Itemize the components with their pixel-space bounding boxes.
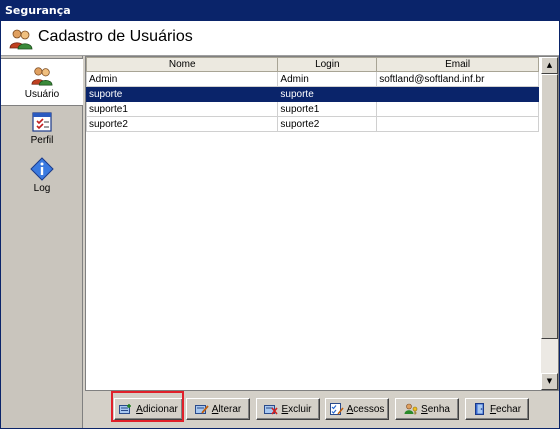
info-diamond-icon	[30, 157, 54, 181]
add-user-icon	[119, 404, 132, 414]
table-row[interactable]: Admin Admin softland@softland.inf.br	[85, 71, 539, 87]
users-icon	[9, 29, 33, 50]
access-button-label: cessos	[353, 403, 385, 415]
access-list-icon	[329, 403, 344, 415]
table-row[interactable]: suporte suporte	[85, 86, 539, 102]
cell-email	[376, 116, 539, 132]
cell-nome: suporte1	[85, 101, 279, 117]
delete-icon	[264, 405, 279, 415]
add-button-mnemonic: A	[136, 403, 143, 415]
users-icon	[31, 67, 53, 86]
sidebar-item-label: Perfil	[30, 135, 54, 146]
cell-nome: suporte	[85, 86, 279, 102]
security-window: Segurança Cadastro de Usuários Usuário P…	[0, 0, 560, 429]
close-button-label: echar	[496, 403, 522, 415]
cell-nome: suporte2	[85, 116, 279, 132]
cell-login: suporte1	[277, 101, 378, 117]
table-header-row: Nome Login Email	[85, 57, 539, 72]
delete-button-label: xcluir	[288, 403, 312, 415]
exit-door-icon	[474, 403, 484, 415]
delete-button[interactable]: Excluir	[256, 398, 320, 420]
action-toolbar: Adicionar Alterar Excluir Acessos Senha …	[85, 391, 559, 428]
page-title: Cadastro de Usuários	[38, 28, 193, 45]
vertical-scrollbar[interactable]: ▲ ▼	[541, 57, 558, 390]
cell-login: suporte2	[277, 116, 378, 132]
cell-email: softland@softland.inf.br	[376, 71, 539, 87]
edit-button-label: lterar	[218, 403, 242, 415]
access-button[interactable]: Acessos	[325, 398, 389, 420]
column-header-nome[interactable]: Nome	[85, 57, 279, 72]
password-button-label: enha	[427, 403, 450, 415]
password-button[interactable]: Senha	[395, 398, 459, 420]
table-row[interactable]: suporte1 suporte1	[85, 101, 539, 117]
sidebar: Usuário Perfil Log	[1, 56, 83, 428]
edit-button[interactable]: Alterar	[186, 398, 250, 420]
sidebar-item-label: Usuário	[24, 89, 60, 100]
users-grid-panel: Nome Login Email Admin Admin softland@so…	[85, 56, 559, 391]
user-key-icon	[404, 403, 418, 415]
column-header-login[interactable]: Login	[277, 57, 378, 72]
cell-login: Admin	[277, 71, 378, 87]
table-row[interactable]: suporte2 suporte2	[85, 116, 539, 132]
cell-email	[376, 86, 539, 102]
sidebar-item-label: Log	[33, 183, 51, 194]
users-table: Nome Login Email Admin Admin softland@so…	[85, 57, 539, 132]
cell-nome: Admin	[85, 71, 279, 87]
scroll-down-button[interactable]: ▼	[541, 373, 558, 390]
sidebar-item-perfil[interactable]: Perfil	[1, 107, 83, 153]
cell-login: suporte	[277, 86, 378, 102]
scroll-up-button[interactable]: ▲	[541, 57, 558, 74]
window-title: Segurança	[5, 4, 71, 17]
edit-icon	[194, 405, 209, 414]
checklist-icon	[32, 112, 52, 132]
sidebar-item-log[interactable]: Log	[1, 153, 83, 199]
close-button[interactable]: Fechar	[465, 398, 529, 420]
password-button-mnemonic: S	[421, 403, 428, 415]
cell-email	[376, 101, 539, 117]
page-header: Cadastro de Usuários	[1, 21, 559, 56]
scroll-thumb[interactable]	[541, 74, 558, 339]
add-button-label: dicionar	[142, 403, 178, 415]
add-button[interactable]: Adicionar	[114, 398, 183, 420]
sidebar-item-usuario[interactable]: Usuário	[1, 58, 83, 106]
title-bar[interactable]: Segurança	[1, 1, 559, 21]
column-header-email[interactable]: Email	[376, 57, 539, 72]
